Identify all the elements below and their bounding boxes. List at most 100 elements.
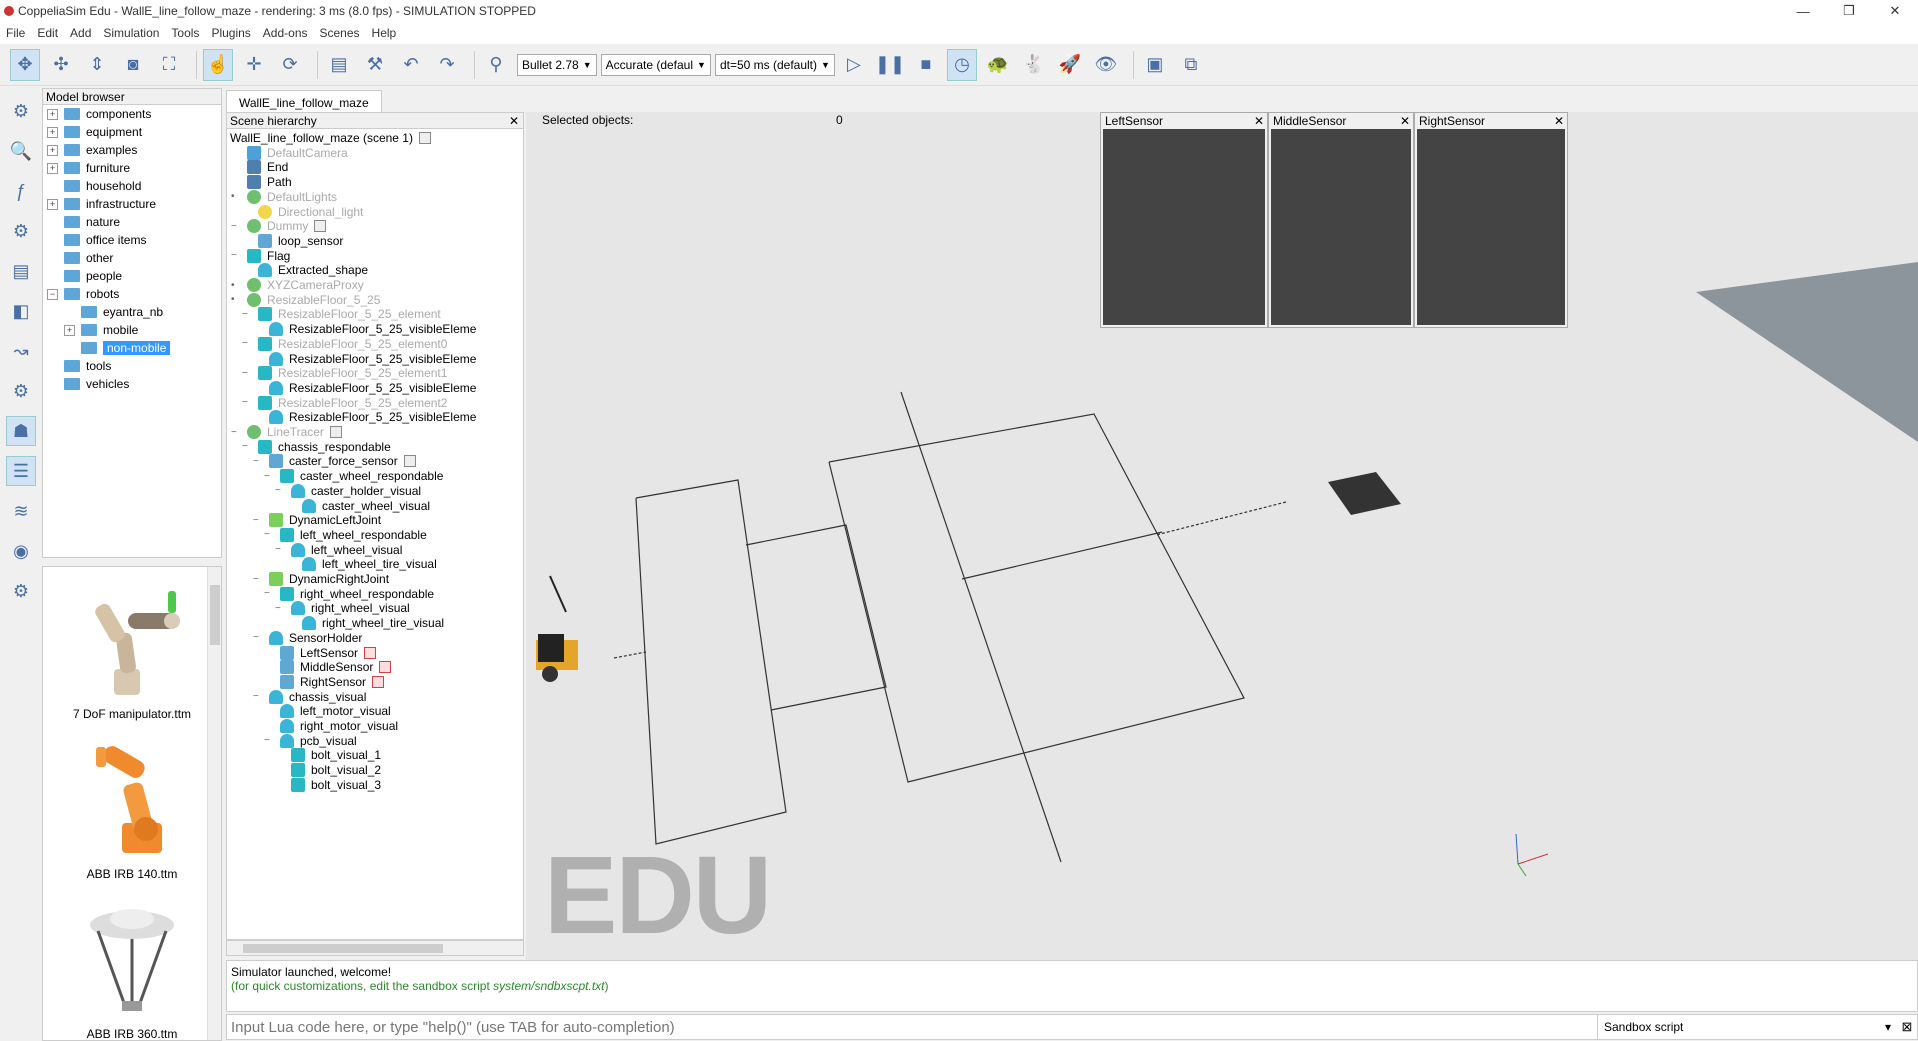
video-recorder-icon[interactable]: ◉ [6,536,36,566]
left-sensor-view[interactable]: LeftSensor ✕ [1100,112,1268,328]
expand-toggle-icon[interactable]: + [47,126,58,138]
slow-down-icon[interactable]: 🐢 [983,49,1013,81]
click-selection-icon[interactable]: ☝ [203,48,233,81]
scene-hierarchy-toggle-icon[interactable]: ☰ [6,456,36,486]
hierarchy-toggle-icon[interactable]: − [253,691,263,702]
thumbnails-scrollbar[interactable] [207,567,221,1040]
model-folder-other[interactable]: other [43,249,221,267]
simulation-settings-icon[interactable]: ⚙ [6,96,36,126]
model-folder-components[interactable]: + components [43,105,221,123]
script-icon[interactable] [403,455,416,468]
thumbnail-abb-irb-140[interactable]: ABB IRB 140.ttm [43,727,221,887]
hierarchy-toggle-icon[interactable]: − [242,309,252,320]
physics-engine-select[interactable]: Bullet 2.78 ▼ [517,53,597,76]
hierarchy-toggle-icon[interactable]: − [264,529,274,540]
hierarchy-toggle-icon[interactable]: − [253,574,263,585]
menu-edit[interactable]: Edit [31,26,64,40]
speed-up-icon[interactable]: 🐇 [1019,49,1049,81]
camera-shift-icon[interactable]: ⇕ [82,49,112,81]
close-right-sensor-icon[interactable]: ✕ [1554,114,1564,128]
object-rotate-icon[interactable]: ⟳ [275,49,305,81]
minimize-button[interactable]: — [1780,0,1826,22]
expand-toggle-icon[interactable]: + [47,144,58,156]
expand-toggle-icon[interactable]: + [64,324,75,336]
thread-rendering-icon[interactable]: 🚀 [1055,49,1085,81]
selection-icon[interactable]: ⚙ [6,376,36,406]
object-shift-icon[interactable]: ✛ [239,49,269,81]
hierarchy-toggle-icon[interactable]: − [253,456,263,467]
close-hierarchy-icon[interactable]: ✕ [509,114,519,128]
stop-simulation-button[interactable]: ■ [911,49,941,81]
hierarchy-toggle-icon[interactable]: − [231,427,241,438]
camera-pan-icon[interactable]: ✥ [10,48,40,81]
timestep-select[interactable]: dt=50 ms (default) ▼ [714,53,835,76]
zoom-icon[interactable]: 🔍 [6,136,36,166]
hierarchy-toggle-icon[interactable]: − [242,441,252,452]
pause-simulation-button[interactable]: ❚❚ [875,49,905,81]
layers-icon[interactable]: ≋ [6,496,36,526]
calculation-modules-icon[interactable]: ƒ [6,176,36,206]
start-simulation-button[interactable]: ▷ [839,49,869,81]
shape-edit-icon[interactable]: ◧ [6,296,36,326]
menu-scenes[interactable]: Scenes [314,26,366,40]
user-settings-icon[interactable]: ⚙ [6,576,36,606]
menu-plugins[interactable]: Plugins [205,26,256,40]
script-icon[interactable] [418,132,431,144]
model-folder-nature[interactable]: nature [43,213,221,231]
hierarchy-toggle-icon[interactable]: − [231,250,241,261]
accuracy-select[interactable]: Accurate (defaul ▼ [600,53,711,76]
model-folder-equipment[interactable]: + equipment [43,123,221,141]
hierarchy-toggle-icon[interactable]: − [264,735,274,746]
clear-input-icon[interactable]: ⊠ [1897,1019,1917,1035]
hierarchy-toggle-icon[interactable]: − [264,588,274,599]
hierarchy-toggle-icon[interactable]: • [231,191,241,202]
model-folder-people[interactable]: people [43,267,221,285]
expand-toggle-icon[interactable]: + [47,108,58,120]
script-icon[interactable] [314,220,327,233]
lua-input[interactable]: Input Lua code here, or type "help()" (u… [227,1019,1597,1036]
menu-file[interactable]: File [0,26,31,40]
expand-toggle-icon[interactable]: + [47,198,58,210]
model-folder-infrastructure[interactable]: + infrastructure [43,195,221,213]
fit-to-view-icon[interactable]: ⛶ [154,49,184,81]
transfer-dna-icon[interactable]: ⚒ [360,49,390,81]
camera-rotate-icon[interactable]: ✣ [46,49,76,81]
sensor-trigger-icon[interactable] [372,675,385,688]
hierarchy-toggle-icon[interactable]: − [275,603,285,614]
expand-toggle-icon[interactable]: − [47,288,58,300]
model-browser-toggle-icon[interactable]: ☗ [6,416,36,446]
right-sensor-view[interactable]: RightSensor ✕ [1414,112,1568,328]
hierarchy-toggle-icon[interactable]: − [242,368,252,379]
script-icon[interactable] [329,426,342,438]
thumbnail-7dof-manipulator[interactable]: 7 DoF manipulator.ttm [43,567,221,727]
hierarchy-toggle-icon[interactable]: − [275,485,285,496]
hierarchy-item[interactable]: bolt_visual_3 [275,776,381,794]
hierarchy-toggle-icon[interactable]: − [264,471,274,482]
hierarchy-toggle-icon[interactable]: − [275,544,285,555]
model-folder-household[interactable]: household [43,177,221,195]
menu-help[interactable]: Help [366,26,403,40]
page-selector-icon[interactable]: ▣ [1140,49,1170,81]
expand-toggle-icon[interactable]: + [47,162,58,174]
script-select[interactable]: Sandbox script ▾ [1597,1015,1897,1039]
visualization-icon[interactable]: 👁 [1091,49,1121,81]
scene-tab[interactable]: WallE_line_follow_maze [226,90,382,114]
menu-addons[interactable]: Add-ons [257,26,314,40]
menu-add[interactable]: Add [64,26,97,40]
close-left-sensor-icon[interactable]: ✕ [1254,114,1264,128]
hierarchy-toggle-icon[interactable]: − [242,397,252,408]
middle-sensor-view[interactable]: MiddleSensor ✕ [1268,112,1414,328]
model-folder-furniture[interactable]: + furniture [43,159,221,177]
undo-icon[interactable]: ↶ [396,49,426,81]
hierarchy-toggle-icon[interactable]: − [253,632,263,643]
hierarchy-toggle-icon[interactable]: • [231,294,241,305]
camera-angle-icon[interactable]: ◙ [118,49,148,81]
hierarchy-toggle-icon[interactable]: − [242,338,252,349]
model-folder-office-items[interactable]: office items [43,231,221,249]
hierarchy-horizontal-scrollbar[interactable] [226,940,524,956]
hierarchy-toggle-icon[interactable]: − [253,515,263,526]
close-button[interactable]: ✕ [1872,0,1918,22]
sensor-trigger-icon[interactable] [379,661,392,674]
menu-simulation[interactable]: Simulation [97,26,165,40]
model-folder-non-mobile[interactable]: non-mobile [43,339,221,357]
